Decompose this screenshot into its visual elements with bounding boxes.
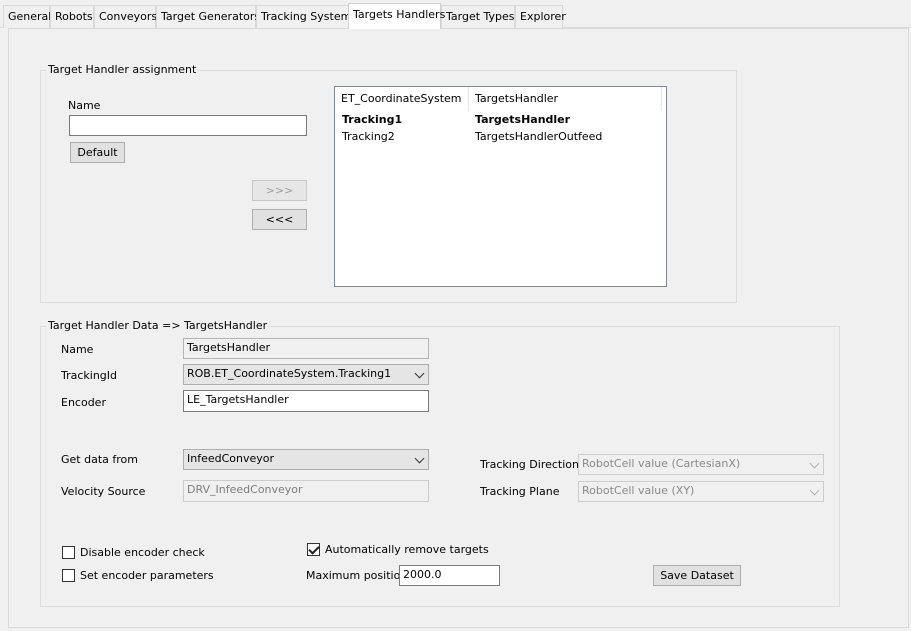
assign-button[interactable]: >>>: [252, 180, 307, 201]
encoder-input[interactable]: LE_TargetsHandler: [183, 390, 429, 412]
tracking-id-label: TrackingId: [61, 369, 118, 382]
set-encoder-label: Set encoder parameters: [80, 569, 214, 582]
save-dataset-button[interactable]: Save Dataset: [653, 565, 741, 586]
chevron-down-icon: [809, 485, 820, 496]
velocity-source-field: DRV_InfeedConveyor: [183, 480, 429, 502]
disable-encoder-label: Disable encoder check: [80, 546, 205, 559]
list-row-2-system[interactable]: Tracking2: [342, 130, 395, 143]
checkmark-icon: [308, 543, 320, 555]
tracking-plane-label: Tracking Plane: [480, 485, 560, 498]
handler-data-group-legend: Target Handler Data => TargetsHandler: [46, 319, 270, 332]
auto-remove-checkbox[interactable]: [307, 543, 320, 556]
tab-targets-handlers[interactable]: Targets Handlers: [348, 3, 445, 29]
default-button[interactable]: Default: [70, 142, 125, 163]
tab-conveyors[interactable]: Conveyors: [94, 5, 157, 28]
tracking-direction-label: Tracking Direction: [480, 458, 579, 471]
encoder-label: Encoder: [61, 396, 106, 409]
assignment-group-legend: Target Handler assignment: [46, 63, 199, 76]
tracking-direction-dropdown[interactable]: RobotCell value (CartesianX): [578, 454, 824, 475]
chevron-down-icon: [809, 458, 820, 469]
handler-name-field: TargetsHandler: [183, 338, 429, 359]
tracking-plane-dropdown[interactable]: RobotCell value (XY): [578, 481, 824, 502]
auto-remove-label: Automatically remove targets: [325, 543, 489, 556]
get-data-from-label: Get data from: [61, 453, 138, 466]
tab-target-types[interactable]: Target Types: [441, 5, 515, 28]
get-data-from-value: InfeedConveyor: [187, 452, 275, 465]
tab-explorer[interactable]: Explorer: [515, 5, 566, 28]
assignment-name-input[interactable]: [69, 115, 307, 136]
velocity-source-label: Velocity Source: [61, 485, 146, 498]
tracking-id-value: ROB.ET_CoordinateSystem.Tracking1: [187, 367, 392, 380]
chevron-down-icon: [414, 453, 425, 464]
tab-robots[interactable]: Robots: [50, 5, 94, 28]
tab-target-generators[interactable]: Target Generators: [156, 5, 260, 28]
column-header-targets-handler[interactable]: TargetsHandler: [469, 87, 662, 111]
tracking-id-dropdown[interactable]: ROB.ET_CoordinateSystem.Tracking1: [183, 364, 429, 385]
list-row-1-handler[interactable]: TargetsHandler: [475, 113, 570, 126]
get-data-from-dropdown[interactable]: InfeedConveyor: [183, 449, 429, 470]
list-row-2-handler[interactable]: TargetsHandlerOutfeed: [475, 130, 602, 143]
list-row-1-system[interactable]: Tracking1: [342, 113, 402, 126]
tracking-plane-value: RobotCell value (XY): [582, 484, 695, 497]
tab-bar: General Robots Conveyors Target Generato…: [0, 0, 911, 29]
assignment-list[interactable]: ET_CoordinateSystem TargetsHandler Track…: [334, 86, 667, 287]
column-header-coordinate-system[interactable]: ET_CoordinateSystem: [335, 87, 469, 111]
chevron-down-icon: [414, 368, 425, 379]
disable-encoder-checkbox[interactable]: [62, 546, 75, 559]
set-encoder-checkbox[interactable]: [62, 569, 75, 582]
handler-name-label: Name: [61, 343, 94, 356]
tab-tracking-systems[interactable]: Tracking Systems: [256, 5, 357, 28]
max-position-label: Maximum position: [306, 569, 408, 582]
unassign-button[interactable]: <<<: [252, 209, 307, 230]
assignment-name-label: Name: [68, 99, 101, 112]
tracking-direction-value: RobotCell value (CartesianX): [582, 457, 741, 470]
max-position-input[interactable]: 2000.0: [399, 565, 500, 586]
tab-general[interactable]: General: [3, 5, 51, 28]
